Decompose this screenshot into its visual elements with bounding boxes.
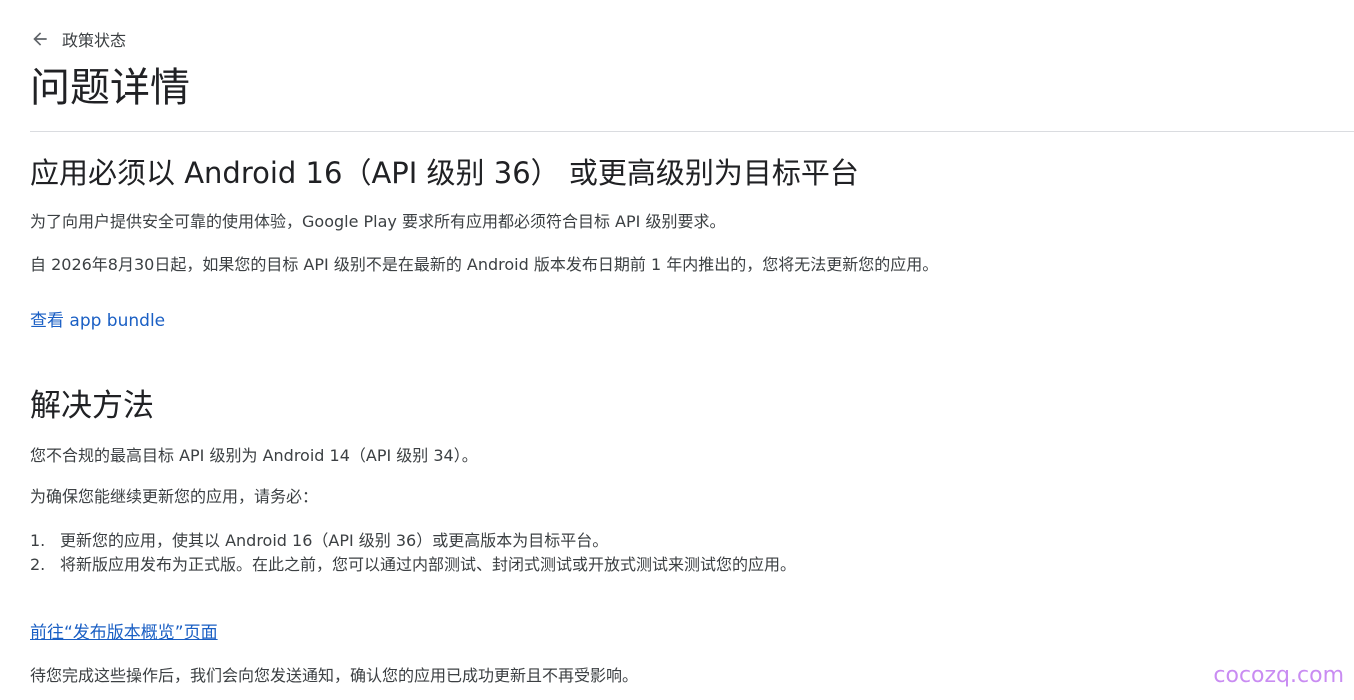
issue-description: 为了向用户提供安全可靠的使用体验，Google Play 要求所有应用都必须符合…	[30, 212, 726, 231]
back-to-policy-status-link[interactable]: 政策状态	[30, 28, 126, 50]
resolution-intro: 为确保您能继续更新您的应用，请务必：	[30, 487, 319, 506]
list-item: 1. 更新您的应用，使其以 Android 16（API 级别 36）或更高版本…	[30, 529, 820, 553]
arrow-back-icon	[33, 32, 47, 46]
issue-deadline-text: 自 2026年8月30日起，如果您的目标 API 级别不是在最新的 Androi…	[30, 255, 939, 274]
header-divider	[30, 131, 1354, 132]
issue-title: 应用必须以 Android 16（API 级别 36） 或更高级别为目标平台	[30, 156, 859, 190]
completion-note: 待您完成这些操作后，我们会向您发送通知，确认您的应用已成功更新且不再受影响。	[30, 666, 639, 685]
step-number: 2.	[30, 555, 46, 574]
view-app-bundle-link[interactable]: 查看 app bundle	[30, 309, 165, 333]
watermark-text: cocozq.com	[1213, 663, 1344, 688]
step-number: 1.	[30, 531, 46, 550]
list-item: 2. 将新版应用发布为正式版。在此之前，您可以通过内部测试、封闭式测试或开放式测…	[30, 553, 820, 577]
resolution-steps-list: 1. 更新您的应用，使其以 Android 16（API 级别 36）或更高版本…	[30, 529, 820, 577]
step-text: 更新您的应用，使其以 Android 16（API 级别 36）或更高版本为目标…	[60, 531, 609, 550]
step-text: 将新版应用发布为正式版。在此之前，您可以通过内部测试、封闭式测试或开放式测试来测…	[60, 555, 797, 574]
back-link-label: 政策状态	[62, 31, 127, 50]
current-api-level-text: 您不合规的最高目标 API 级别为 Android 14（API 级别 34）。	[30, 446, 478, 465]
release-overview-link[interactable]: 前往“发布版本概览”页面	[30, 621, 218, 645]
resolution-title: 解决方法	[30, 388, 154, 424]
page-title: 问题详情	[30, 65, 190, 111]
